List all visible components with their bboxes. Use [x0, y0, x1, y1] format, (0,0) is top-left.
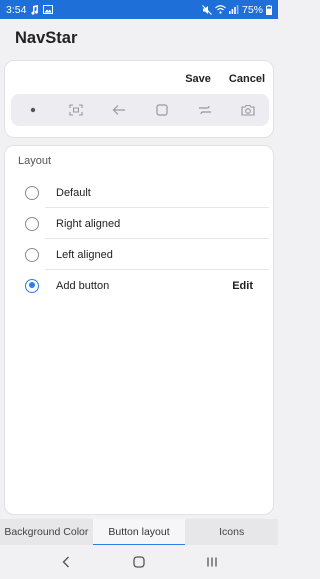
- button-preview-card: Save Cancel: [4, 60, 274, 138]
- tab-icons[interactable]: Icons: [185, 519, 278, 545]
- radio-button[interactable]: [25, 247, 39, 262]
- scan-icon[interactable]: [54, 94, 97, 126]
- layout-option-right-aligned[interactable]: Right aligned: [5, 208, 275, 239]
- save-button[interactable]: Save: [185, 73, 211, 85]
- option-label: Right aligned: [56, 217, 121, 230]
- app-bar: NavStar: [0, 19, 278, 59]
- mute-icon: [202, 4, 212, 15]
- action-bar: Save Cancel: [185, 73, 265, 85]
- square-icon[interactable]: [140, 94, 183, 126]
- battery-icon: [266, 4, 272, 15]
- status-bar: 3:54 75%: [0, 0, 278, 19]
- image-notification-icon: [43, 5, 54, 14]
- option-label: Left aligned: [56, 248, 113, 261]
- radio-button[interactable]: [25, 216, 39, 231]
- nav-back-button[interactable]: [51, 547, 81, 577]
- nav-button-preview-strip: [11, 94, 269, 126]
- layout-card: Layout Default Right aligned Left aligne…: [4, 145, 274, 515]
- bottom-tab-bar: Background Color Button layout Icons: [0, 519, 278, 545]
- section-label-layout: Layout: [18, 155, 52, 167]
- option-label: Add button: [56, 279, 110, 292]
- option-label: Default: [56, 186, 91, 199]
- swap-icon[interactable]: [183, 94, 226, 126]
- home-square-icon: [133, 556, 145, 568]
- music-note-icon: [30, 4, 39, 15]
- cancel-button[interactable]: Cancel: [229, 73, 265, 85]
- radio-button-selected[interactable]: [25, 278, 39, 293]
- app-title: NavStar: [15, 29, 78, 47]
- layout-option-add-button[interactable]: Add button Edit: [5, 270, 275, 301]
- edit-button[interactable]: Edit: [232, 280, 253, 292]
- battery-percent: 75%: [241, 3, 263, 16]
- camera-icon[interactable]: [226, 94, 269, 126]
- nav-recents-button[interactable]: [197, 547, 227, 577]
- tab-button-layout[interactable]: Button layout: [92, 519, 186, 545]
- back-arrow-icon[interactable]: [97, 94, 140, 126]
- signal-icon: [228, 5, 239, 14]
- recents-icon: [206, 557, 217, 567]
- status-time: 3:54: [6, 3, 27, 16]
- layout-option-left-aligned[interactable]: Left aligned: [5, 239, 275, 270]
- wifi-icon: [215, 5, 226, 14]
- dot-icon[interactable]: [11, 94, 54, 126]
- chevron-left-icon: [62, 556, 70, 568]
- layout-option-default[interactable]: Default: [5, 177, 275, 208]
- system-nav-bar: [0, 545, 278, 579]
- tab-background-color[interactable]: Background Color: [0, 519, 93, 545]
- radio-button[interactable]: [25, 185, 39, 200]
- nav-home-button[interactable]: [124, 547, 154, 577]
